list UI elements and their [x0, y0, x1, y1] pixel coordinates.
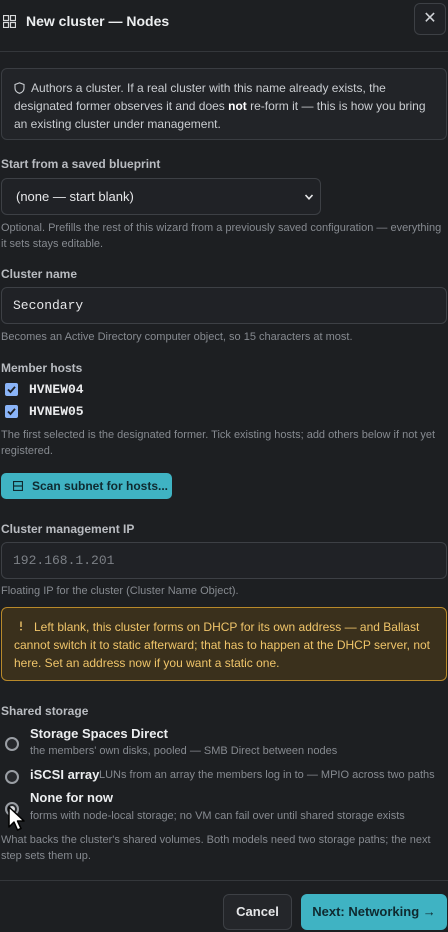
mgmt-ip-label: Cluster management IP — [1, 522, 135, 536]
scan-subnet-label: Scan subnet for hosts... — [32, 479, 169, 493]
member-hosts-label: Member hosts — [1, 361, 83, 375]
scan-subnet-button[interactable]: Scan subnet for hosts... — [1, 473, 172, 499]
shield-icon — [14, 82, 25, 94]
cluster-name-help: Becomes an Active Directory computer obj… — [1, 331, 353, 343]
storage-option-desc: the members' own disks, pooled — SMB Dir… — [30, 745, 338, 757]
info-callout: Authors a cluster. If a real cluster wit… — [1, 68, 447, 140]
warning-text: Left blank, this cluster forms on DHCP f… — [14, 620, 430, 670]
storage-option-title: Storage Spaces Direct — [30, 726, 169, 741]
check-icon — [7, 386, 16, 394]
cancel-button[interactable]: Cancel — [223, 894, 292, 930]
shared-storage-help: What backs the cluster's shared volumes.… — [1, 834, 431, 862]
next-networking-button[interactable]: Next: Networking → — [301, 894, 447, 930]
shared-storage-label: Shared storage — [1, 704, 89, 718]
storage-radio-iscsi[interactable] — [5, 770, 19, 784]
storage-radio-s2d[interactable] — [5, 737, 19, 751]
mgmt-ip-help: Floating IP for the cluster (Cluster Nam… — [1, 585, 239, 597]
storage-option-desc: forms with node-local storage; no VM can… — [30, 810, 405, 822]
mouse-cursor-icon — [8, 806, 25, 831]
scan-icon — [13, 481, 23, 491]
host-name: HVNEW04 — [29, 382, 84, 397]
cluster-name-label: Cluster name — [1, 267, 78, 281]
host-checkbox-hvnew04[interactable] — [5, 383, 18, 396]
blueprint-select[interactable]: (none — start blank) — [1, 178, 321, 215]
dhcp-warning-callout: Left blank, this cluster forms on DHCP f… — [1, 607, 447, 681]
cluster-name-input[interactable]: Secondary — [1, 287, 447, 324]
storage-option-desc: LUNs from an array the members log in to… — [99, 769, 435, 781]
blueprint-help: Optional. Prefills the rest of this wiza… — [1, 222, 442, 250]
info-text-bold: not — [228, 99, 247, 113]
host-name: HVNEW05 — [29, 404, 84, 419]
blueprint-label: Start from a saved blueprint — [1, 157, 161, 171]
storage-option-title: None for now — [30, 790, 114, 805]
storage-option-title: iSCSI array — [30, 767, 100, 782]
blueprint-selected-value: (none — start blank) — [16, 189, 134, 204]
chevron-down-icon — [304, 194, 314, 200]
check-icon — [7, 408, 16, 416]
dialog-header: New cluster — Nodes ✕ — [0, 0, 448, 52]
mgmt-ip-input[interactable]: 192.168.1.201 — [1, 542, 447, 579]
footer-divider — [0, 880, 448, 881]
dialog-title: New cluster — Nodes — [26, 13, 170, 29]
close-button[interactable]: ✕ — [414, 3, 446, 35]
host-checkbox-hvnew05[interactable] — [5, 405, 18, 418]
warning-icon — [20, 621, 22, 631]
member-hosts-help: The first selected is the designated for… — [1, 429, 436, 457]
grid-icon — [3, 15, 16, 28]
close-icon: ✕ — [423, 10, 437, 27]
